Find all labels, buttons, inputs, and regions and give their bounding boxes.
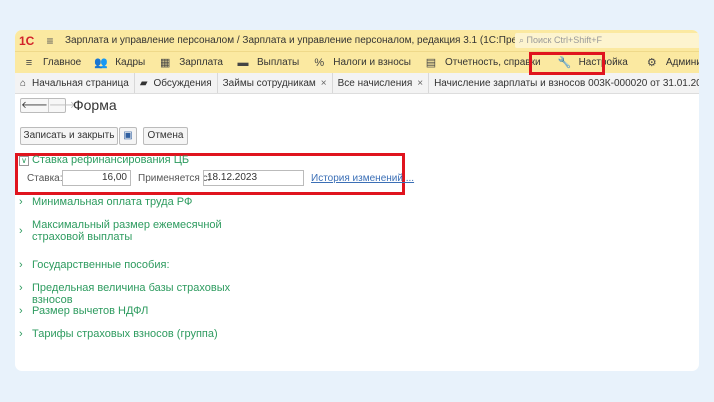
menu-item-label: Зарплата: [179, 57, 223, 68]
group-title: Минимальная оплата труда РФ: [32, 196, 193, 208]
chevron-right-icon: ›: [19, 328, 23, 340]
search-placeholder: Поиск Ctrl+Shift+F: [526, 35, 603, 45]
save-close-button[interactable]: Записать и закрыть: [20, 127, 118, 145]
calculator-icon: ▦: [160, 57, 171, 69]
chevron-right-icon: ›: [19, 225, 23, 237]
floppy-icon: ▣: [123, 130, 133, 141]
forward-button[interactable]: 🡒: [49, 99, 76, 112]
tab-2[interactable]: Займы сотрудникам ×: [218, 73, 333, 93]
menu-item-label: Главное: [43, 57, 82, 68]
chat-icon: ▰: [139, 77, 148, 89]
tab-3[interactable]: Все начисления ×: [333, 73, 430, 93]
chevron-right-icon: ›: [19, 196, 23, 208]
group-collapsed[interactable]: › Тарифы страховых взносов (группа): [19, 328, 218, 340]
group-title: Тарифы страховых взносов (группа): [32, 328, 218, 340]
rate-input[interactable]: 16,00: [62, 170, 131, 186]
menu-item-1[interactable]: 👥 Кадры: [87, 52, 151, 74]
close-icon[interactable]: ×: [417, 78, 423, 89]
rate-label: Ставка:: [27, 173, 63, 184]
menu-item-label: Администрирова: [665, 57, 699, 68]
tab-bar: ⌂ Начальная страница ▰ Обсуждения Займы сотр…: [15, 73, 699, 94]
save-button[interactable]: ▣: [119, 127, 137, 145]
tab-label: Займы сотрудникам: [222, 77, 316, 89]
payments-icon: ▬: [237, 56, 249, 69]
menu-item-label: Отчетность, справки: [444, 57, 541, 68]
group-title: Ставка рефинансирования ЦБ: [32, 154, 190, 166]
menu-item-label: Кадры: [115, 57, 146, 68]
applies-date-input[interactable]: 18.12.2023: [203, 170, 304, 186]
window-title: Зарплата и управление персоналом / Зарпл…: [65, 35, 564, 46]
chevron-right-icon: ›: [19, 305, 23, 317]
group-title: Максимальный размер ежемесячной страхово…: [32, 219, 222, 243]
group-collapsed[interactable]: › Государственные пособия:: [19, 259, 170, 271]
tab-label: Все начисления: [337, 77, 413, 89]
menu-item-label: Налоги и взносы: [333, 57, 411, 68]
chevron-right-icon: ›: [19, 259, 23, 271]
group-title: Государственные пособия:: [32, 259, 170, 271]
applies-label: Применяется с:: [138, 173, 211, 184]
page-title: Форма: [73, 97, 117, 113]
tab-label: Начальная страница: [32, 77, 129, 89]
percent-icon: %: [314, 56, 325, 69]
history-link[interactable]: История изменений ...: [311, 173, 414, 184]
people-icon: 👥: [94, 57, 109, 69]
chevron-right-icon: ›: [19, 282, 23, 294]
tab-1[interactable]: ▰ Обсуждения: [135, 73, 218, 93]
gear-icon: ⚙: [646, 57, 657, 69]
group-collapsed[interactable]: › Минимальная оплата труда РФ: [19, 196, 192, 208]
logo: 1С: [19, 33, 35, 48]
menu-icon: ≡: [25, 56, 33, 69]
group-collapsed[interactable]: › Максимальный размер ежемесячной страхов…: [19, 219, 272, 243]
menu-item-0[interactable]: ≡ Главное: [15, 52, 87, 74]
group-collapsed[interactable]: › Размер вычетов НДФЛ: [19, 305, 148, 317]
menu-item-3[interactable]: ▬ Выплаты: [229, 52, 305, 74]
chevron-down-icon: ∨: [19, 156, 29, 166]
tab-4[interactable]: Начисление зарплаты и взносов 003К-00002…: [429, 73, 699, 93]
main-menu-icon[interactable]: ≡: [41, 34, 59, 48]
group-title: Размер вычетов НДФЛ: [32, 305, 149, 317]
tab-label: Начисление зарплаты и взносов 003К-00002…: [434, 77, 699, 89]
menu-item-4[interactable]: % Налоги и взносы: [305, 52, 417, 74]
back-button[interactable]: 🡐: [21, 99, 49, 112]
group-title: Предельная величина базы страховых взнос…: [32, 282, 231, 306]
group-refinancing-rate[interactable]: ∨ Ставка рефинансирования ЦБ: [19, 154, 189, 166]
menu-item-2[interactable]: ▦ Зарплата: [151, 52, 229, 74]
menu-item-5[interactable]: ▤ Отчетность, справки: [417, 52, 547, 74]
close-icon[interactable]: ×: [321, 78, 327, 89]
search-input[interactable]: ⌕ Поиск Ctrl+Shift+F: [515, 33, 699, 48]
nav-buttons: 🡐 🡒: [20, 98, 76, 113]
tab-0[interactable]: ⌂ Начальная страница: [15, 73, 135, 93]
title-bar: 1С ≡ Зарплата и управление персоналом / …: [15, 30, 699, 51]
menu-item-7[interactable]: ⚙ Администрирова: [638, 52, 699, 74]
cancel-button[interactable]: Отмена: [143, 127, 188, 145]
group-collapsed[interactable]: › Предельная величина базы страховых взно…: [19, 282, 272, 306]
home-icon: ⌂: [20, 77, 27, 89]
reports-icon: ▤: [425, 57, 437, 69]
tab-label: Обсуждения: [153, 77, 212, 89]
menu-item-label: Выплаты: [257, 57, 300, 68]
highlight-box: [529, 52, 605, 75]
app-window: 1С ≡ Зарплата и управление персоналом / …: [15, 30, 699, 371]
